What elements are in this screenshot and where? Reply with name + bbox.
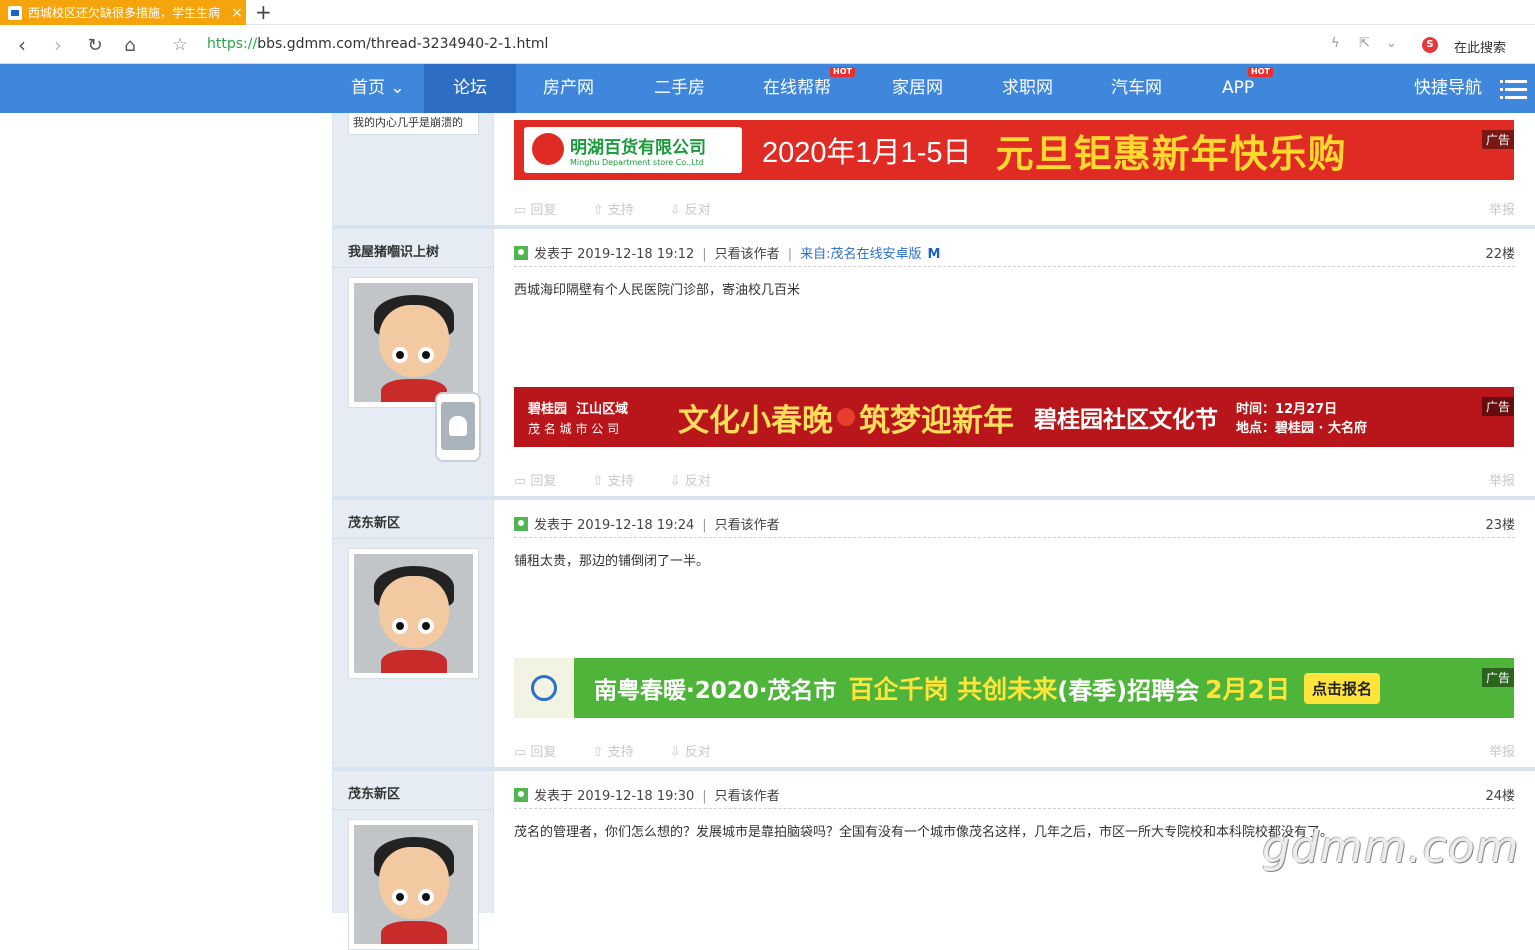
post-actions: ▭ 回复 ⇧ 支持 ⇩ 反对 举报: [514, 741, 1515, 761]
hot-badge: HOT: [830, 67, 855, 77]
forward-icon[interactable]: ›: [46, 33, 70, 57]
post-actions: ▭ 回复 ⇧ 支持 ⇩ 反对 举报: [514, 199, 1515, 219]
nav-quick[interactable]: 快捷导航: [1414, 64, 1482, 113]
nav-online-help[interactable]: 在线帮帮: [763, 64, 831, 113]
support-button[interactable]: ⇧ 支持: [593, 203, 650, 218]
new-tab-button[interactable]: +: [255, 1, 272, 23]
floor-number[interactable]: 23楼: [1485, 514, 1515, 533]
ad-label: 广告: [1481, 397, 1514, 416]
post-header: 发表于 2019-12-18 19:24 | 只看该作者 23楼: [514, 514, 1515, 538]
oppose-button[interactable]: ⇩ 反对: [670, 474, 727, 489]
site-watermark: gdmm.com: [1262, 822, 1520, 873]
only-author-link[interactable]: 只看该作者: [715, 789, 780, 804]
lightning-icon[interactable]: ϟ: [1331, 36, 1340, 51]
oppose-button[interactable]: ⇩ 反对: [670, 203, 727, 218]
ad-label: 广告: [1481, 130, 1514, 149]
post-22: 我屋猪嗰识上树 发表于 2019-12-18 19:12 | 只看该作者 | 来自:茂名…: [333, 229, 1535, 496]
nav-home-deco[interactable]: 家居网: [892, 64, 943, 113]
site-favicon-icon: [8, 5, 22, 20]
post-time: 发表于 2019-12-18 19:12: [534, 247, 695, 262]
tab-close-button[interactable]: ×: [228, 5, 246, 21]
browser-tab[interactable]: 西城校区还欠缺很多措施，学生生病 ×: [0, 0, 246, 25]
nav-cars[interactable]: 汽车网: [1111, 64, 1162, 113]
oppose-button[interactable]: ⇩ 反对: [670, 745, 727, 760]
author-name[interactable]: 茂东新区: [348, 783, 400, 802]
android-device-icon: [435, 392, 481, 462]
reply-button[interactable]: ▭ 回复: [514, 745, 572, 760]
post-status-icon: [514, 246, 528, 260]
ad-banner[interactable]: 碧桂园 江山区域 茂 名 城 市 公 司 文化小春晚 筑梦迎新年 碧桂园社区文化…: [514, 387, 1514, 447]
ad-banner[interactable]: 明湖百货有限公司 Minghu Department store Co.,Ltd…: [514, 120, 1514, 180]
browser-tab-bar: 西城校区还欠缺很多措施，学生生病 × +: [0, 0, 1535, 25]
post-previous: 我的内心几乎是崩溃的 明湖百货有限公司 Minghu Department st…: [333, 113, 1535, 225]
mobile-app-icon: M: [927, 247, 941, 262]
post-body: 铺租太贵，那边的铺倒闭了一半。: [514, 554, 710, 569]
chevron-down-icon[interactable]: ⌄: [1386, 36, 1397, 51]
back-icon[interactable]: ‹: [10, 33, 34, 57]
post-header: 发表于 2019-12-18 19:12 | 只看该作者 | 来自:茂名在线安卓版 M 2…: [514, 243, 1515, 267]
reload-icon[interactable]: ↻: [83, 33, 107, 57]
minghu-logo-icon: [532, 133, 564, 165]
post-23: 茂东新区 发表于 2019-12-18 19:24 | 只看该作者 23楼 铺租太贵…: [333, 500, 1535, 767]
site-nav: 首页 ⌄ 论坛 房产网 二手房 在线帮帮 HOT 家居网 求职网 汽车网 APP…: [0, 64, 1535, 113]
post-time: 发表于 2019-12-18 19:24: [534, 518, 695, 533]
ad-label: 广告: [1481, 668, 1514, 687]
support-button[interactable]: ⇧ 支持: [593, 745, 650, 760]
reply-button[interactable]: ▭ 回复: [514, 203, 572, 218]
floor-number[interactable]: 22楼: [1485, 243, 1515, 262]
thread-content: 我的内心几乎是崩溃的 明湖百货有限公司 Minghu Department st…: [332, 113, 1535, 950]
user-signature: 我的内心几乎是崩溃的: [348, 113, 479, 135]
nav-home[interactable]: 首页 ⌄: [351, 64, 405, 113]
search-input[interactable]: 在此搜索: [1454, 37, 1506, 56]
url-input[interactable]: https://bbs.gdmm.com/thread-3234940-2-1.…: [207, 36, 548, 52]
search-engine-icon[interactable]: S: [1422, 37, 1438, 53]
only-author-link[interactable]: 只看该作者: [715, 247, 780, 262]
job-fair-logo-icon: [514, 658, 574, 718]
avatar[interactable]: [348, 277, 479, 408]
from-client-link[interactable]: 来自:茂名在线安卓版: [800, 247, 921, 262]
floor-number[interactable]: 24楼: [1485, 785, 1515, 804]
menu-icon[interactable]: [1500, 80, 1527, 100]
report-button[interactable]: 举报: [1489, 199, 1515, 218]
lantern-icon: [837, 408, 855, 426]
post-actions: ▭ 回复 ⇧ 支持 ⇩ 反对 举报: [514, 470, 1515, 490]
bookmark-star-icon[interactable]: ☆: [168, 33, 192, 57]
post-header: 发表于 2019-12-18 19:30 | 只看该作者 24楼: [514, 785, 1515, 809]
nav-house[interactable]: 房产网: [543, 64, 594, 113]
tab-title: 西城校区还欠缺很多措施，学生生病: [28, 6, 221, 20]
share-icon[interactable]: ⇱: [1359, 36, 1370, 51]
post-body: 西城海印隔壁有个人民医院门诊部，寄油校几百米: [514, 283, 801, 298]
nav-jobs[interactable]: 求职网: [1002, 64, 1053, 113]
nav-secondhand[interactable]: 二手房: [654, 64, 705, 113]
nav-forum[interactable]: 论坛: [424, 64, 516, 113]
avatar[interactable]: [348, 819, 479, 950]
author-name[interactable]: 茂东新区: [348, 512, 400, 531]
post-status-icon: [514, 517, 528, 531]
hot-badge: HOT: [1248, 67, 1273, 77]
address-bar: ‹ › ↻ ⌂ ☆ https://bbs.gdmm.com/thread-32…: [0, 26, 1535, 64]
post-status-icon: [514, 788, 528, 802]
only-author-link[interactable]: 只看该作者: [715, 518, 780, 533]
ad-banner[interactable]: 南粤春暖·2020·茂名市 百企千岗 共创未来 (春季)招聘会 2月2日 点击报…: [514, 658, 1514, 718]
home-icon[interactable]: ⌂: [118, 33, 142, 57]
avatar[interactable]: [348, 548, 479, 679]
signup-button[interactable]: 点击报名: [1303, 672, 1380, 704]
report-button[interactable]: 举报: [1489, 470, 1515, 489]
report-button[interactable]: 举报: [1489, 741, 1515, 760]
author-name[interactable]: 我屋猪嗰识上树: [348, 241, 439, 260]
reply-button[interactable]: ▭ 回复: [514, 474, 572, 489]
post-time: 发表于 2019-12-18 19:30: [534, 789, 695, 804]
support-button[interactable]: ⇧ 支持: [593, 474, 650, 489]
